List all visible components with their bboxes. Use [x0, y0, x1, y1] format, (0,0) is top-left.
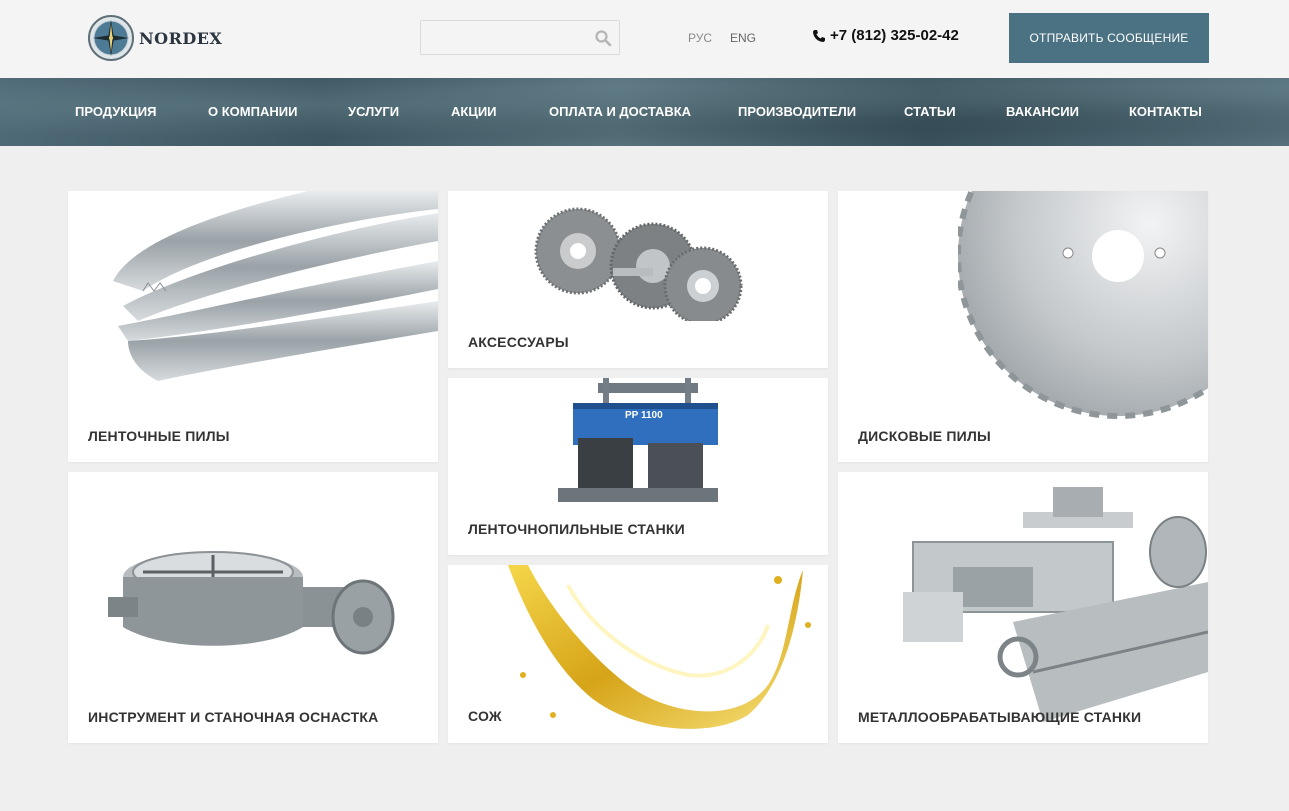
nav-item-promotions[interactable]: АКЦИИ: [451, 104, 497, 119]
nav-item-payment-delivery[interactable]: ОПЛАТА И ДОСТАВКА: [549, 104, 691, 119]
machine-model-label: PP 1100: [625, 410, 663, 421]
category-tile-bandsaw-machines[interactable]: PP 1100 ЛЕНТОЧНОПИЛЬНЫЕ СТАНКИ: [448, 378, 828, 555]
logo-link[interactable]: NORDEX: [87, 14, 222, 62]
tile-label: СОЖ: [468, 708, 502, 724]
compass-logo-icon: [88, 15, 134, 61]
rotary-table-image: [108, 551, 395, 655]
logo-text: NORDEX: [139, 28, 223, 48]
category-tile-metalworking-machines[interactable]: МЕТАЛЛООБРАБАТЫВАЮЩИЕ СТАНКИ: [838, 472, 1208, 743]
nav-item-services[interactable]: УСЛУГИ: [348, 104, 399, 119]
nav-item-contacts[interactable]: КОНТАКТЫ: [1129, 104, 1202, 119]
tile-label: ЛЕНТОЧНОПИЛЬНЫЕ СТАНКИ: [468, 521, 685, 537]
circular-saw-blade-image: [958, 191, 1208, 419]
category-tile-accessories[interactable]: АКСЕССУАРЫ: [448, 191, 828, 368]
search-input[interactable]: [421, 21, 619, 54]
lang-ru-link[interactable]: РУС: [688, 31, 712, 45]
wire-brush-image: [534, 207, 743, 321]
nav-item-products[interactable]: ПРОДУКЦИЯ: [75, 104, 156, 119]
tile-label: ДИСКОВЫЕ ПИЛЫ: [858, 428, 991, 444]
tile-label: АКСЕССУАРЫ: [468, 334, 569, 350]
tile-label: МЕТАЛЛООБРАБАТЫВАЮЩИЕ СТАНКИ: [858, 709, 1142, 725]
nav-item-manufacturers[interactable]: ПРОИЗВОДИТЕЛИ: [738, 104, 856, 119]
main-nav: ПРОДУКЦИЯ О КОМПАНИИ УСЛУГИ АКЦИИ ОПЛАТА…: [0, 78, 1289, 146]
coolant-splash-image: [508, 565, 811, 729]
category-tile-coolant[interactable]: СОЖ: [448, 565, 828, 743]
phone-text: +7 (812) 325-02-42: [830, 27, 959, 44]
search-icon[interactable]: [594, 29, 612, 47]
phone-number[interactable]: +7 (812) 325-02-42: [812, 27, 959, 44]
category-tile-band-saw-blades[interactable]: ЛЕНТОЧНЫЕ ПИЛЫ: [68, 191, 438, 462]
send-message-button[interactable]: ОТПРАВИТЬ СООБЩЕНИЕ: [1009, 13, 1209, 63]
band-saw-blade-image: [113, 191, 438, 381]
bandsaw-machine-image: PP 1100: [558, 378, 718, 502]
site-header: NORDEX РУС ENG +7 (812) 325-02-42 ОТПРАВ…: [0, 0, 1289, 78]
lathe-image: [903, 487, 1208, 722]
phone-icon: [813, 29, 825, 42]
tile-label: ИНСТРУМЕНТ И СТАНОЧНАЯ ОСНАСТКА: [88, 709, 379, 725]
nav-item-about[interactable]: О КОМПАНИИ: [208, 104, 297, 119]
nav-item-articles[interactable]: СТАТЬИ: [904, 104, 956, 119]
lang-en-link[interactable]: ENG: [730, 31, 756, 45]
category-tile-tools-tooling[interactable]: ИНСТРУМЕНТ И СТАНОЧНАЯ ОСНАСТКА: [68, 472, 438, 743]
search-box: [420, 20, 620, 55]
nav-item-vacancies[interactable]: ВАКАНСИИ: [1006, 104, 1079, 119]
tile-label: ЛЕНТОЧНЫЕ ПИЛЫ: [88, 428, 230, 444]
category-tile-circular-saw-blades[interactable]: ДИСКОВЫЕ ПИЛЫ: [838, 191, 1208, 462]
